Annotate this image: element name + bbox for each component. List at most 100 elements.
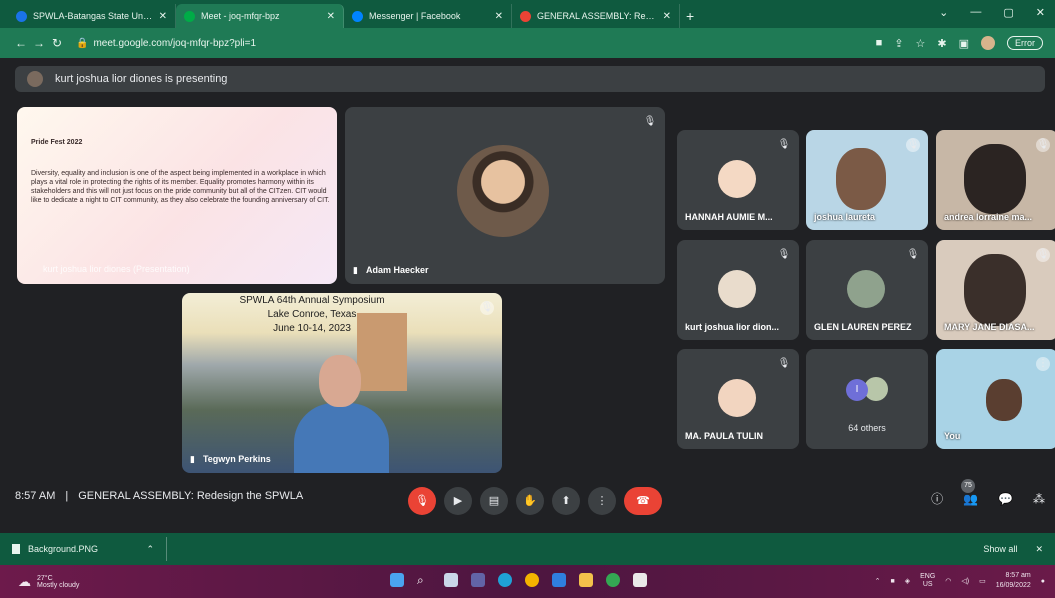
taskbar-apps: ⌕ [390,573,647,587]
clock[interactable]: 8:57 am 16/09/2022 [996,571,1031,591]
participant-tile[interactable]: 🎙 MARY JANE DIASA... [936,240,1055,340]
chevron-up-icon[interactable]: ⌃ [146,544,154,555]
tab-title: SPWLA-Batangas State Universit [33,11,153,21]
side-controls: ⓘ 👥 💬 ⁂ [931,490,1045,507]
chevron-up-icon[interactable]: ⌃ [875,577,881,585]
weather-widget[interactable]: ☁ 27°C Mostly cloudy [18,574,79,590]
participant-name: ▮Tegwyn Perkins [190,454,271,465]
more-options-icon[interactable]: ⋮ [1036,357,1050,371]
tab-meet[interactable]: Meet - joq-mfqr-bpz ✕ [176,4,344,28]
participant-tile[interactable]: 🎙 kurt joshua lior dion... [677,240,799,340]
tab-gmail[interactable]: GENERAL ASSEMBLY: Redesign t ✕ [512,4,680,28]
paint-icon[interactable] [633,573,647,587]
self-video [986,379,1022,421]
close-tab-icon[interactable]: ✕ [159,11,167,22]
edge-icon[interactable] [498,573,512,587]
participant-tile[interactable]: 🎙 HANNAH AUMIE M... [677,130,799,230]
profile-avatar[interactable] [981,36,995,50]
star-icon[interactable]: ☆ [916,37,926,50]
mic-off-icon: 🎙 [777,357,791,371]
close-downloads-icon[interactable]: ✕ [1035,544,1043,555]
activities-icon[interactable]: ⁂ [1033,492,1045,506]
mic-off-icon: 🎙 [1036,138,1050,152]
slide-body: Diversity, equality and inclusion is one… [31,169,331,205]
more-options-button[interactable]: ⋮ [588,487,616,515]
presentation-owner: kurt joshua lior diones (Presentation) [43,264,190,274]
mic-off-icon: 🎙 [777,248,791,262]
presentation-tile[interactable]: Pride Fest 2022 Diversity, equality and … [17,107,337,284]
close-window-button[interactable]: ✕ [1036,6,1045,19]
captions-button[interactable]: ▤ [480,487,508,515]
wifi-icon[interactable]: ◠ [945,577,951,585]
info-icon[interactable]: ⓘ [931,490,943,507]
self-tile[interactable]: ⋮ You [936,349,1055,449]
other-participant-initial: I [846,379,868,401]
weather-description: Mostly cloudy [37,582,79,589]
share-icon[interactable]: ⇪ [894,37,903,50]
participant-tile[interactable]: 🎙 MA. PAULA TULIN [677,349,799,449]
error-button[interactable]: Error [1007,36,1043,50]
file-explorer-icon[interactable] [579,573,593,587]
participant-name: kurt joshua lior dion... [685,322,779,332]
minimize-button[interactable]: — [970,6,981,19]
download-item[interactable]: Background.PNG ⌃ [12,537,167,561]
tab-spwla[interactable]: SPWLA-Batangas State Universit ✕ [8,4,176,28]
participant-tile[interactable]: 🎙 joshua laureta [806,130,928,230]
participant-tile[interactable]: 🎙 GLEN LAUREN PEREZ [806,240,928,340]
show-all-button[interactable]: Show all [983,544,1017,554]
close-tab-icon[interactable]: ✕ [327,11,335,22]
volume-icon[interactable]: ◁) [961,577,969,585]
participant-video [836,148,886,210]
mic-off-icon: 🎙 [1036,248,1050,262]
chat-icon[interactable]: 💬 [998,492,1013,506]
participant-tile-tegwyn[interactable]: SPWLA 64th Annual Symposium Lake Conroe,… [182,293,502,473]
chrome-icon[interactable] [525,573,539,587]
search-icon[interactable]: ⌕ [417,573,431,587]
sidepanel-icon[interactable]: ▣ [959,37,969,50]
forward-button[interactable]: → [30,36,48,50]
presenting-text: kurt joshua lior diones is presenting [55,73,227,85]
language-indicator[interactable]: ENGUS [920,573,935,589]
participant-tile-adam[interactable]: 🎙 ▮Adam Haecker [345,107,665,284]
close-tab-icon[interactable]: ✕ [663,11,671,22]
camera-icon[interactable]: ■ [876,37,883,49]
messenger-icon [352,11,363,22]
tray-app-icon[interactable]: ■ [890,578,894,585]
gmail-icon [520,11,531,22]
new-tab-button[interactable]: + [686,4,694,28]
mic-off-icon: 🎙 [906,248,920,262]
participant-tile[interactable]: 🎙 andrea lorraine ma... [936,130,1055,230]
windows-start-icon[interactable] [390,573,404,587]
chrome-app-icon[interactable] [606,573,620,587]
back-button[interactable]: ← [12,36,30,50]
extensions-icon[interactable]: ✱ [937,37,946,50]
reload-button[interactable]: ↻ [48,36,66,50]
chat-app-icon[interactable] [471,573,485,587]
tab-messenger[interactable]: Messenger | Facebook ✕ [344,4,512,28]
close-tab-icon[interactable]: ✕ [495,11,503,22]
maximize-button[interactable]: ▢ [1003,6,1013,19]
camera-toggle-button[interactable]: ▶ [444,487,472,515]
store-icon[interactable] [552,573,566,587]
leave-call-button[interactable]: ☎ [624,487,662,515]
url-text: meet.google.com/joq-mfqr-bpz?pli=1 [93,38,256,49]
people-icon[interactable]: 👥 [963,492,978,506]
window-controls: ⌄ — ▢ ✕ [939,6,1045,19]
task-view-icon[interactable] [444,573,458,587]
notification-icon[interactable]: ● [1041,578,1045,585]
separator: | [65,490,68,502]
call-controls: 🎙 ▶ ▤ ✋ ⬆ ⋮ ☎ [408,487,662,515]
others-tile[interactable]: I 64 others [806,349,928,449]
address-bar[interactable]: 🔒meet.google.com/joq-mfqr-bpz?pli=1 [76,38,876,49]
battery-icon[interactable]: ▭ [979,577,986,585]
present-button[interactable]: ⬆ [552,487,580,515]
downloads-bar: Background.PNG ⌃ Show all ✕ [0,533,1055,565]
person-body [294,403,389,473]
chevron-down-icon[interactable]: ⌄ [939,6,948,19]
raise-hand-button[interactable]: ✋ [516,487,544,515]
meeting-info: 8:57 AM | GENERAL ASSEMBLY: Redesign the… [15,490,303,502]
screen: SPWLA-Batangas State Universit ✕ Meet - … [0,0,1055,598]
mic-toggle-button[interactable]: 🎙 [408,487,436,515]
clock-time: 8:57 am [996,571,1031,581]
windows-taskbar: ☁ 27°C Mostly cloudy ⌕ ⌃ ■ ◈ ENGUS ◠ ◁) [0,565,1055,598]
